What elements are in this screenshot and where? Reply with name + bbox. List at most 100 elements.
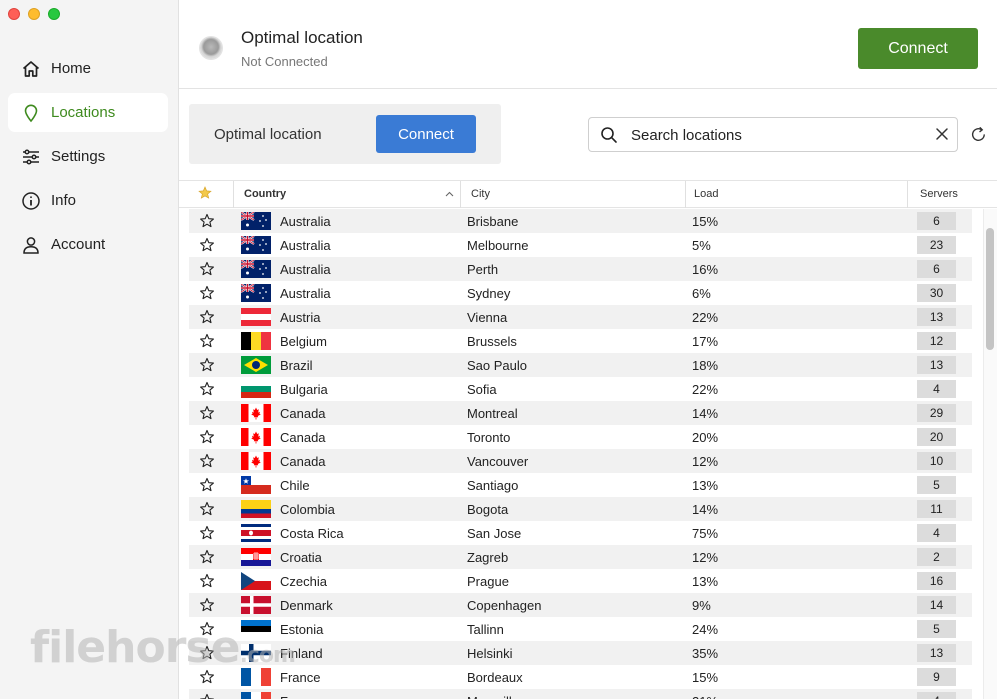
load-cell: 17% [692,334,719,349]
table-row[interactable]: Denmark Copenhagen 9% 14 [189,593,972,617]
flag-co-icon [241,500,271,518]
star-outline-icon[interactable] [199,261,215,277]
table-row[interactable]: Costa Rica San Jose 75% 4 [189,521,972,545]
table-row[interactable]: Canada Toronto 20% 20 [189,425,972,449]
load-cell: 75% [692,526,719,541]
star-outline-icon[interactable] [199,597,215,613]
scrollbar-thumb[interactable] [986,228,994,350]
flag-be-icon [241,332,271,350]
servers-count-badge: 5 [917,476,956,494]
zoom-window-button[interactable] [48,8,60,20]
city-header-label: City [471,188,490,200]
table-row[interactable]: Colombia Bogota 14% 11 [189,497,972,521]
star-outline-icon[interactable] [199,333,215,349]
favorites-column-header[interactable] [198,186,212,203]
table-row[interactable]: Bulgaria Sofia 22% 4 [189,377,972,401]
table-row[interactable]: Australia Brisbane 15% 6 [189,209,972,233]
sidebar-item-label: Settings [51,148,106,165]
city-column-header[interactable]: City [460,181,685,208]
table-row[interactable]: Croatia Zagreb 12% 2 [189,545,972,569]
servers-count-badge: 9 [917,668,956,686]
sidebar-item-settings[interactable]: Settings [8,137,168,176]
table-row[interactable]: Austria Vienna 22% 13 [189,305,972,329]
load-cell: 13% [692,574,719,589]
optimal-location-card: Optimal location Connect [189,104,501,164]
star-outline-icon[interactable] [199,573,215,589]
sidebar-item-home[interactable]: Home [8,49,168,88]
table-row[interactable]: Czechia Prague 13% 16 [189,569,972,593]
city-cell: Marseille [467,694,519,699]
sidebar-item-account[interactable]: Account [8,225,168,264]
close-window-button[interactable] [8,8,20,20]
header-title: Optimal location [241,28,363,47]
servers-count-badge: 13 [917,356,956,374]
table-row[interactable]: France Bordeaux 15% 9 [189,665,972,689]
table-row[interactable]: Australia Sydney 6% 30 [189,281,972,305]
connect-button[interactable]: Connect [858,28,978,69]
sidebar-item-locations[interactable]: Locations [8,93,168,132]
country-cell: Canada [280,406,326,421]
servers-count-badge: 16 [917,572,956,590]
flag-au-icon [241,284,271,302]
servers-column-header[interactable]: Servers [907,181,972,208]
country-cell: Canada [280,430,326,445]
star-outline-icon[interactable] [199,429,215,445]
table-row[interactable]: Canada Vancouver 12% 10 [189,449,972,473]
table-row[interactable]: Finland Helsinki 35% 13 [189,641,972,665]
table-row[interactable]: Australia Melbourne 5% 23 [189,233,972,257]
country-header-label: Country [244,188,287,200]
table-row[interactable]: Canada Montreal 14% 29 [189,401,972,425]
star-outline-icon[interactable] [199,357,215,373]
table-row[interactable]: Estonia Tallinn 24% 5 [189,617,972,641]
search-input[interactable] [631,124,921,146]
star-outline-icon[interactable] [199,477,215,493]
servers-count-badge: 5 [917,620,956,638]
search-box [588,117,958,152]
servers-header-label: Servers [920,188,958,200]
star-outline-icon[interactable] [199,501,215,517]
load-cell: 14% [692,502,719,517]
flag-ca-icon [241,452,271,470]
star-outline-icon[interactable] [199,237,215,253]
country-cell: Czechia [280,574,327,589]
servers-count-badge: 6 [917,212,956,230]
refresh-icon[interactable] [970,126,987,143]
servers-count-badge: 10 [917,452,956,470]
clear-icon[interactable] [935,127,949,141]
city-cell: Bordeaux [467,670,523,685]
city-cell: Vancouver [467,454,529,469]
star-outline-icon[interactable] [199,453,215,469]
flag-ca-icon [241,428,271,446]
table-row[interactable]: Brazil Sao Paulo 18% 13 [189,353,972,377]
sidebar: Home Locations Settings Info Account [0,0,179,699]
servers-count-badge: 13 [917,308,956,326]
country-column-header[interactable]: Country [233,181,460,208]
star-outline-icon[interactable] [199,549,215,565]
country-cell: France [280,694,320,699]
star-outline-icon[interactable] [199,285,215,301]
star-outline-icon[interactable] [199,213,215,229]
table-row[interactable]: Australia Perth 16% 6 [189,257,972,281]
table-row[interactable]: Belgium Brussels 17% 12 [189,329,972,353]
star-outline-icon[interactable] [199,525,215,541]
country-cell: Croatia [280,550,322,565]
star-outline-icon[interactable] [199,309,215,325]
optimal-connect-button[interactable]: Connect [376,115,476,153]
servers-count-badge: 4 [917,692,956,699]
table-row[interactable]: Chile Santiago 13% 5 [189,473,972,497]
load-cell: 9% [692,598,711,613]
country-cell: Australia [280,286,331,301]
user-icon [23,236,39,254]
star-outline-icon[interactable] [199,405,215,421]
load-column-header[interactable]: Load [685,181,907,208]
sidebar-item-info[interactable]: Info [8,181,168,220]
city-cell: Bogota [467,502,509,517]
flag-cr-icon [241,524,271,542]
table-row[interactable]: France Marseille 21% 4 [189,689,972,699]
load-header-label: Load [694,188,719,200]
star-outline-icon[interactable] [199,693,215,699]
city-cell: Tallinn [467,622,504,637]
star-outline-icon[interactable] [199,381,215,397]
city-cell: San Jose [467,526,522,541]
minimize-window-button[interactable] [28,8,40,20]
